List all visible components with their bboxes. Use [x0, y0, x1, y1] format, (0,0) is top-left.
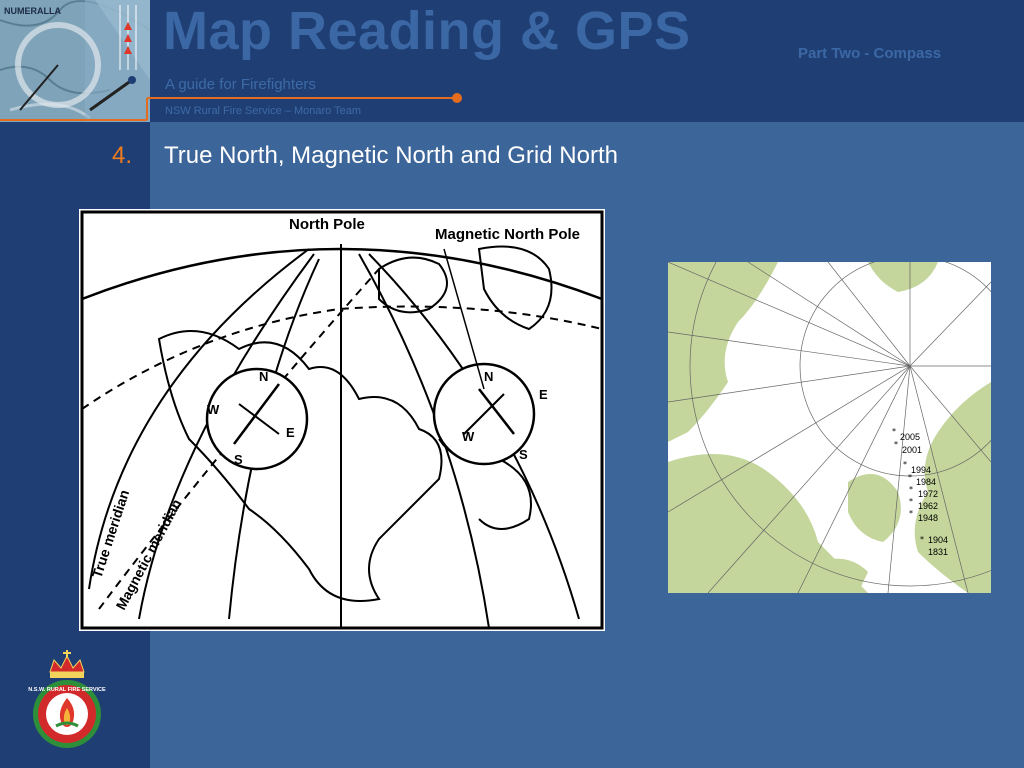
year-1972: 1972 [918, 489, 938, 499]
label-magnetic-north-pole: Magnetic North Pole [435, 226, 580, 243]
year-1831: 1831 [928, 547, 948, 557]
section-heading: 4. True North, Magnetic North and Grid No… [112, 142, 618, 170]
svg-text:*: * [909, 497, 913, 506]
year-1994: 1994 [911, 465, 931, 475]
year-2005: 2005 [900, 432, 920, 442]
heading-text: True North, Magnetic North and Grid Nort… [164, 142, 618, 169]
compass-left-w: W [207, 402, 220, 417]
svg-text:*: * [909, 509, 913, 518]
year-2001: 2001 [902, 445, 922, 455]
compass-right-n: N [484, 369, 493, 384]
compass-left-s: S [234, 452, 243, 467]
year-1962: 1962 [918, 501, 938, 511]
divider-endpoint-dot [452, 93, 462, 103]
year-1904: 1904 [928, 535, 948, 545]
compass-right-w: W [462, 429, 475, 444]
header-divider-line [0, 93, 462, 121]
heading-number: 4. [112, 142, 133, 169]
svg-text:*: * [894, 440, 898, 449]
label-north-pole: North Pole [289, 216, 365, 233]
svg-text:*: * [903, 460, 907, 469]
rfs-logo: N.S.W. RURAL FIRE SERVICE [26, 650, 108, 750]
compass-left-n: N [259, 369, 268, 384]
slide-subtitle: Part Two - Compass [798, 45, 942, 62]
svg-text:*: * [920, 535, 924, 544]
year-1984: 1984 [916, 477, 936, 487]
compass-right-s: S [519, 447, 528, 462]
polar-map-image: 2005 2001 1994 1984 1972 1962 1948 1904 … [668, 262, 991, 593]
svg-text:*: * [908, 473, 912, 482]
logo-text: N.S.W. RURAL FIRE SERVICE [28, 687, 106, 693]
slide-tagline: A guide for Firefighters [165, 76, 316, 93]
svg-text:*: * [892, 427, 896, 436]
meridian-diagram-image: North Pole Magnetic North Pole True meri… [79, 209, 605, 631]
year-1948: 1948 [918, 513, 938, 523]
svg-text:*: * [909, 485, 913, 494]
compass-right-e: E [539, 387, 548, 402]
thumbnail-label: NUMERALLA [4, 6, 61, 16]
compass-left-e: E [286, 425, 295, 440]
slide-title: Map Reading & GPS [163, 1, 691, 61]
